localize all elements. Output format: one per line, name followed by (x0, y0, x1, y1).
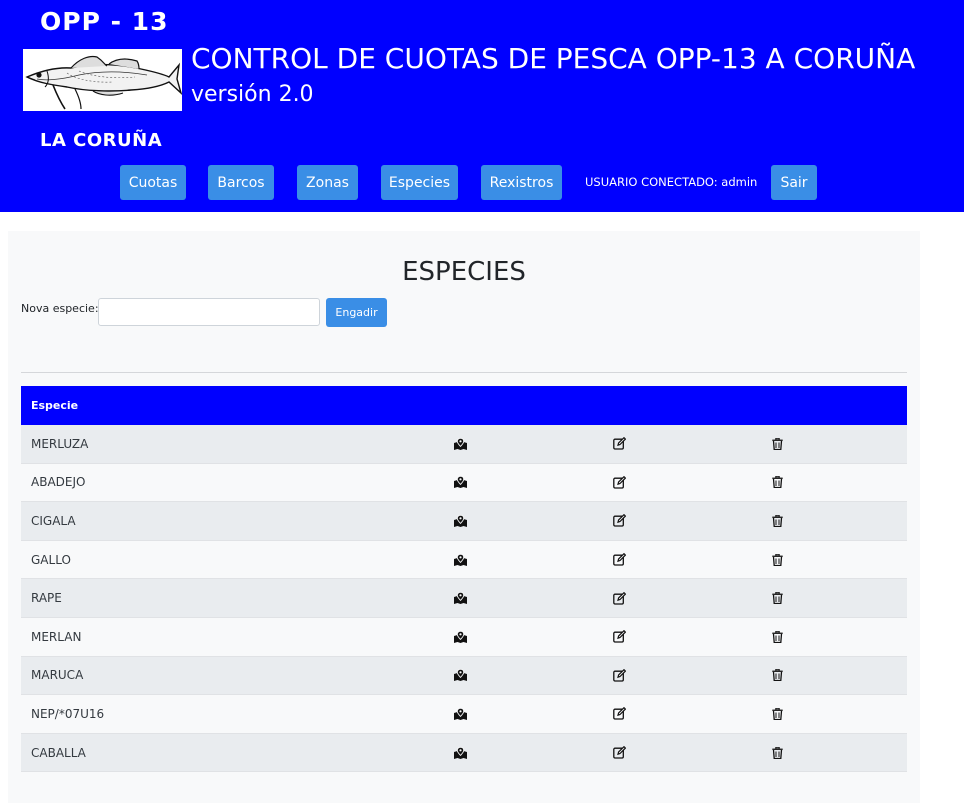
edit-icon[interactable] (612, 630, 626, 644)
page-title: ESPECIES (402, 257, 526, 287)
trash-icon[interactable] (770, 437, 784, 451)
trash-icon[interactable] (770, 668, 784, 682)
species-name: RAPE (31, 591, 62, 606)
trash-icon[interactable] (770, 707, 784, 721)
edit-icon[interactable] (612, 437, 626, 451)
species-name: GALLO (31, 552, 71, 567)
table-header: Especie (21, 386, 907, 425)
species-table: Especie MERLUZA ABADEJO CIGALA GALLO RAP… (21, 386, 907, 773)
trash-icon[interactable] (770, 553, 784, 567)
map-marked-icon[interactable] (453, 746, 467, 760)
table-row: MERLUZA (21, 425, 907, 464)
species-name: CIGALA (31, 513, 76, 528)
map-marked-icon[interactable] (453, 707, 467, 721)
table-row: ABADEJO (21, 463, 907, 503)
nav-barcos-button[interactable]: Barcos (208, 165, 274, 200)
edit-icon[interactable] (612, 707, 626, 721)
edit-icon[interactable] (612, 591, 626, 605)
species-name: NEP/*07U16 (31, 706, 105, 721)
add-species-button[interactable]: Engadir (326, 298, 387, 327)
species-name: MERLAN (31, 629, 82, 644)
table-row: GALLO (21, 540, 907, 580)
trash-icon[interactable] (770, 514, 784, 528)
map-marked-icon[interactable] (453, 630, 467, 644)
edit-icon[interactable] (612, 668, 626, 682)
map-marked-icon[interactable] (453, 514, 467, 528)
trash-icon[interactable] (770, 630, 784, 644)
table-row: CABALLA (21, 733, 907, 773)
species-name: ABADEJO (31, 475, 86, 490)
species-card: ESPECIES Nova especie: Engadir Especie M… (8, 231, 920, 803)
trash-icon[interactable] (770, 746, 784, 760)
map-marked-icon[interactable] (453, 553, 467, 567)
app-title: CONTROL DE CUOTAS DE PESCA OPP-13 A CORU… (191, 42, 916, 75)
species-name: MARUCA (31, 668, 84, 683)
divider (21, 372, 907, 373)
new-species-label: Nova especie: (21, 302, 99, 315)
app-version: versión 2.0 (191, 82, 314, 107)
map-marked-icon[interactable] (453, 437, 467, 451)
trash-icon[interactable] (770, 475, 784, 489)
connected-user-label: USUARIO CONECTADO: admin (585, 175, 758, 189)
table-body: MERLUZA ABADEJO CIGALA GALLO RAPE MERLAN… (21, 425, 907, 773)
brand-city: LA CORUÑA (40, 130, 163, 151)
edit-icon[interactable] (612, 746, 626, 760)
species-name: CABALLA (31, 745, 86, 760)
new-species-input[interactable] (98, 298, 320, 326)
nav-especies-button[interactable]: Especies (381, 165, 458, 200)
map-marked-icon[interactable] (453, 475, 467, 489)
table-row: CIGALA (21, 502, 907, 541)
table-row: MARUCA (21, 656, 907, 696)
nav-cuotas-button[interactable]: Cuotas (120, 165, 186, 200)
edit-icon[interactable] (612, 475, 626, 489)
column-header-especie: Especie (31, 399, 79, 412)
table-row: RAPE (21, 579, 907, 618)
logout-button[interactable]: Sair (771, 165, 817, 200)
species-name: MERLUZA (31, 436, 89, 451)
table-row: NEP/*07U16 (21, 695, 907, 734)
trash-icon[interactable] (770, 591, 784, 605)
nav-rexistros-button[interactable]: Rexistros (481, 165, 562, 200)
edit-icon[interactable] (612, 514, 626, 528)
nav-zonas-button[interactable]: Zonas (297, 165, 358, 200)
app-header: OPP - 13 CONTROL DE CUOTAS DE PESCA OPP-… (0, 0, 964, 212)
map-marked-icon[interactable] (453, 668, 467, 682)
table-row: MERLAN (21, 617, 907, 657)
fish-icon (23, 49, 182, 111)
brand-title: OPP - 13 (40, 7, 169, 36)
edit-icon[interactable] (612, 553, 626, 567)
map-marked-icon[interactable] (453, 591, 467, 605)
